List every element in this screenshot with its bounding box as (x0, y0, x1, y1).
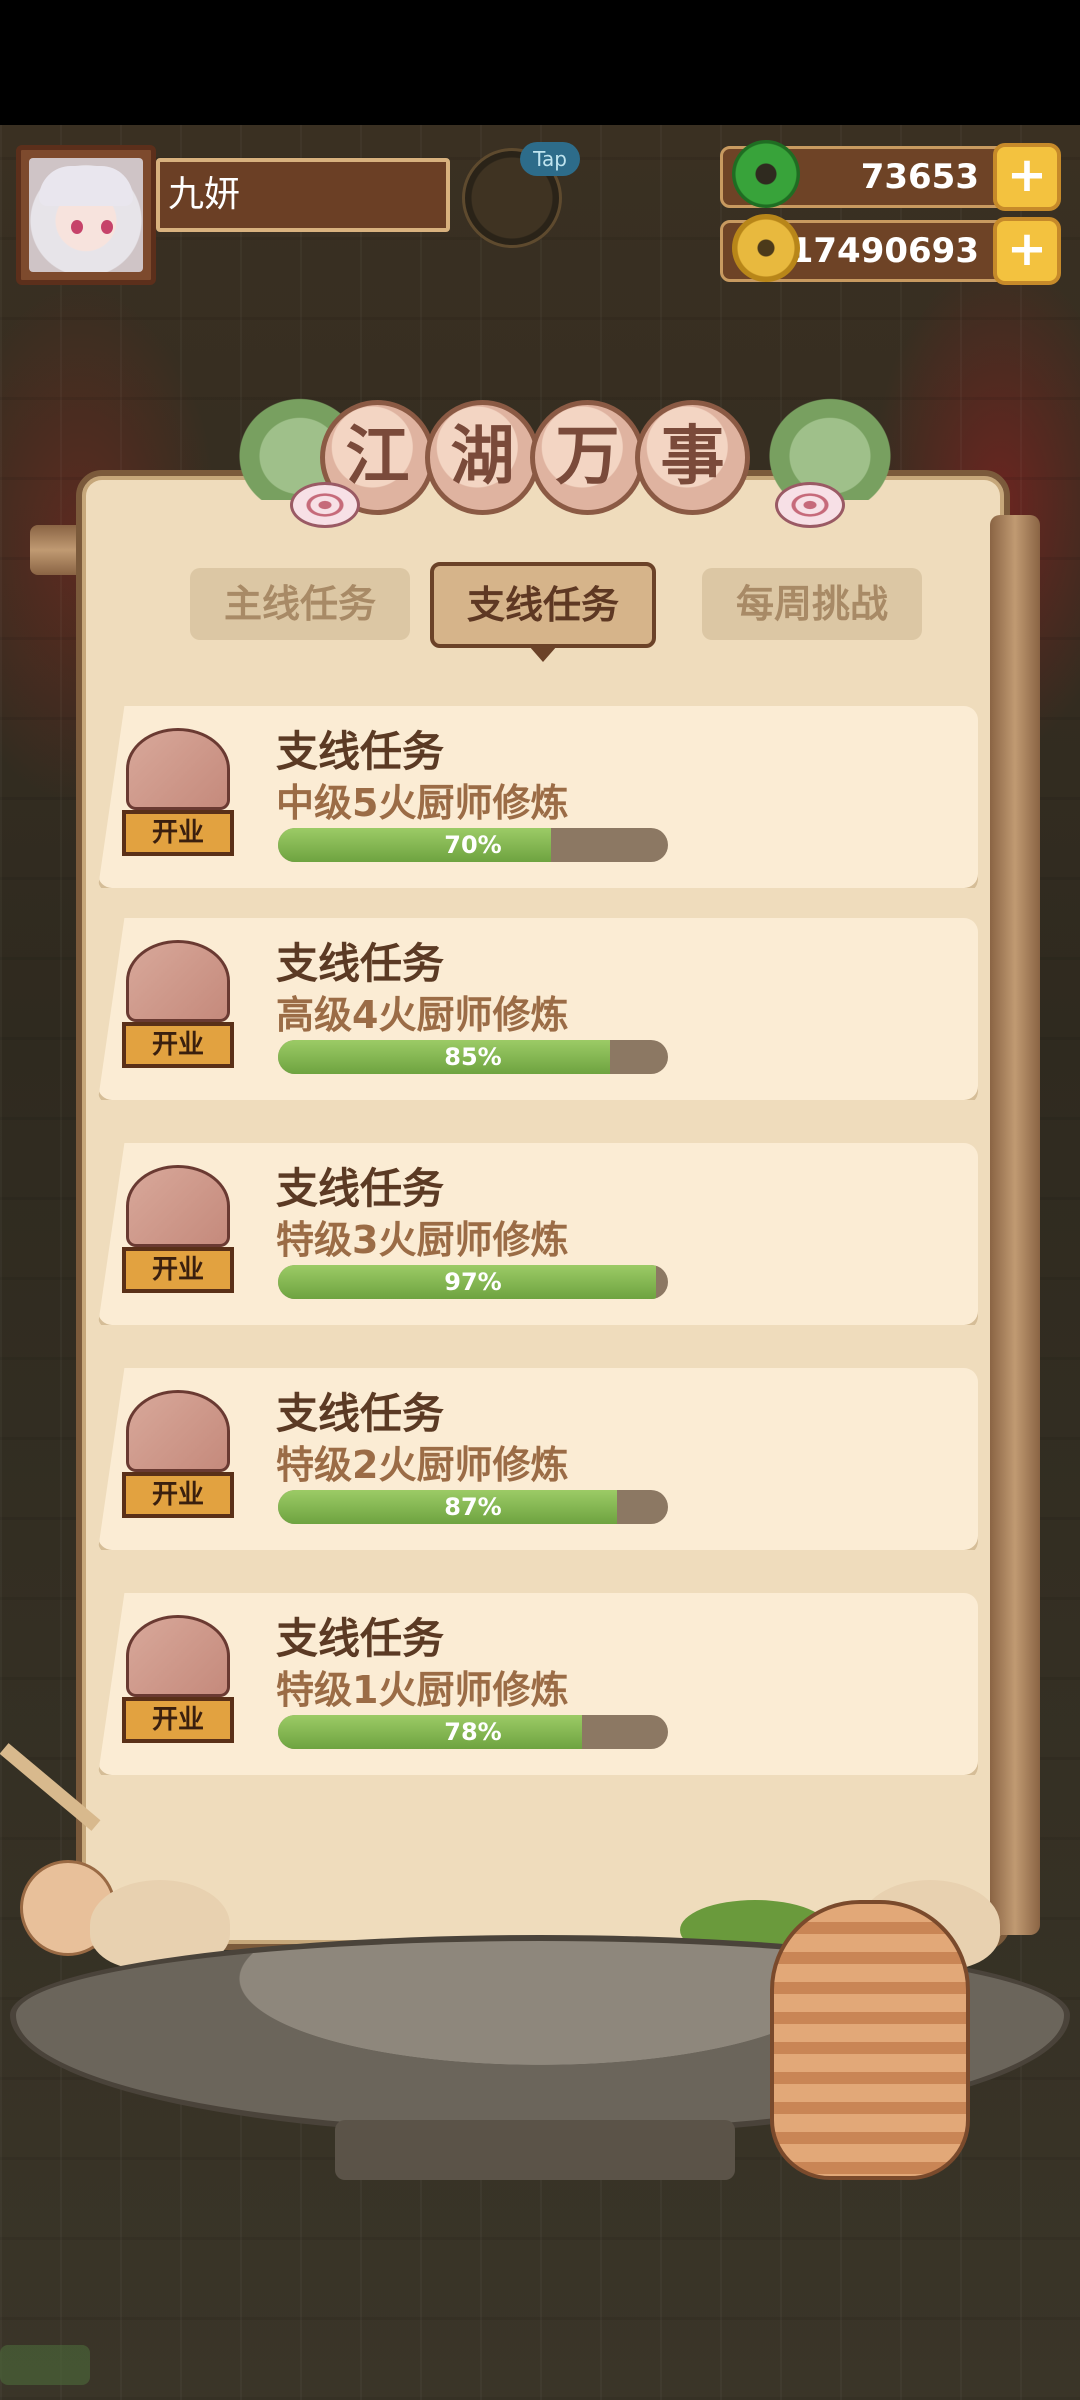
tab-main-quest[interactable]: 主线任务 (190, 568, 410, 640)
task-title: 支线任务 (276, 1389, 445, 1438)
add-jade-button[interactable]: + (993, 143, 1061, 211)
progress-bar: 87% (278, 1490, 668, 1524)
player-avatar[interactable] (16, 145, 156, 285)
task-subtitle: 中级5火厨师修炼 (276, 781, 569, 825)
task-subtitle: 特级3火厨师修炼 (276, 1218, 569, 1262)
cabbage-leaf-right-icon (760, 390, 900, 500)
shop-icon: 开业 (118, 940, 238, 1080)
corner-button[interactable] (0, 2345, 90, 2385)
task-title: 支线任务 (276, 1164, 445, 1213)
task-card[interactable]: 开业 支线任务高级4火厨师修炼 85% (98, 918, 978, 1100)
tab-weekly-challenge[interactable]: 每周挑战 (702, 568, 922, 640)
progress-bar: 70% (278, 828, 668, 862)
progress-label: 78% (444, 1718, 502, 1746)
task-card[interactable]: 开业 支线任务特级1火厨师修炼 78% (98, 1593, 978, 1775)
shop-icon: 开业 (118, 728, 238, 868)
task-subtitle: 高级4火厨师修炼 (276, 993, 569, 1037)
progress-label: 87% (444, 1493, 502, 1521)
open-badge: 开业 (122, 810, 234, 856)
task-title: 支线任务 (276, 727, 445, 776)
open-badge: 开业 (122, 1247, 234, 1293)
fishcake-icon (290, 482, 360, 528)
bowl-base-decoration (335, 2120, 735, 2180)
open-badge: 开业 (122, 1022, 234, 1068)
task-title: 支线任务 (276, 1614, 445, 1663)
avatar-image (29, 158, 143, 272)
task-card[interactable]: 开业 支线任务中级5火厨师修炼 70% (98, 706, 978, 888)
cat-mascot (770, 1900, 970, 2180)
task-card[interactable]: 开业 支线任务特级2火厨师修炼 87% (98, 1368, 978, 1550)
shop-icon: 开业 (118, 1390, 238, 1530)
fishcake-icon (775, 482, 845, 528)
title-char: 事 (635, 400, 750, 515)
task-title: 支线任务 (276, 939, 445, 988)
tap-label: Tap (520, 142, 580, 176)
scroll-roll-right (990, 515, 1040, 1935)
task-subtitle: 特级1火厨师修炼 (276, 1668, 569, 1712)
jade-value: 73653 (860, 157, 979, 197)
shop-icon: 开业 (118, 1615, 238, 1755)
progress-label: 70% (444, 831, 502, 859)
task-subtitle: 特级2火厨师修炼 (276, 1443, 569, 1487)
coin-value: 17490693 (789, 231, 979, 271)
progress-bar: 97% (278, 1265, 668, 1299)
progress-bar: 85% (278, 1040, 668, 1074)
progress-bar: 78% (278, 1715, 668, 1749)
shop-icon: 开业 (118, 1165, 238, 1305)
player-name: 九妍 (156, 158, 450, 232)
title-char: 湖 (425, 400, 540, 515)
tab-side-quest[interactable]: 支线任务 (430, 562, 656, 662)
task-card[interactable]: 开业 支线任务特级3火厨师修炼 97% (98, 1143, 978, 1325)
progress-label: 97% (444, 1268, 502, 1296)
title-char: 万 (530, 400, 645, 515)
panel-title: 江 湖 万 事 (320, 400, 780, 520)
progress-label: 85% (444, 1043, 502, 1071)
jade-icon (732, 140, 800, 208)
open-badge: 开业 (122, 1472, 234, 1518)
add-coin-button[interactable]: + (993, 217, 1061, 285)
status-bar (0, 0, 1080, 125)
open-badge: 开业 (122, 1697, 234, 1743)
coin-icon (732, 214, 800, 282)
